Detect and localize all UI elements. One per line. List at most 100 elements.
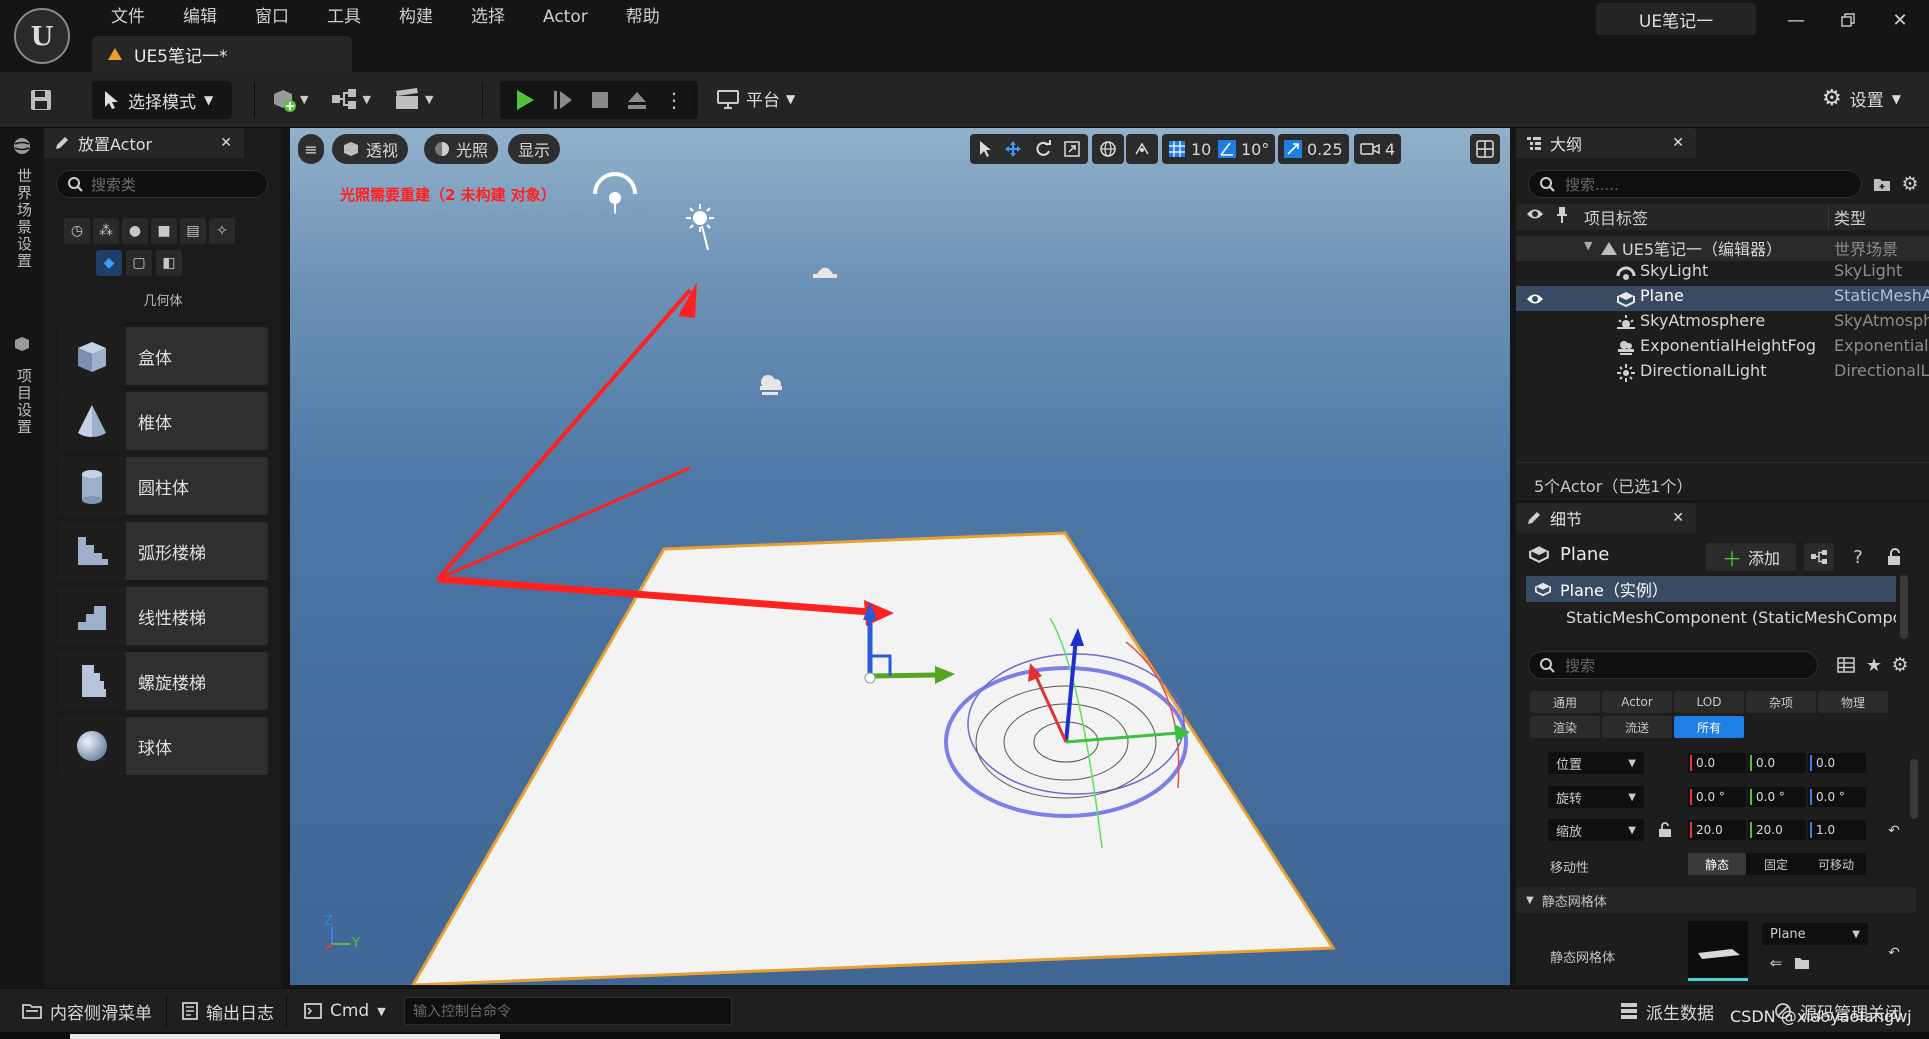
globe-icon[interactable]: [10, 134, 34, 158]
component-row-static-mesh[interactable]: StaticMeshComponent (StaticMeshComponent…: [1526, 604, 1896, 630]
outliner-tab[interactable]: 大纲 ✕: [1516, 128, 1696, 158]
add-component-button[interactable]: ＋ 添加: [1706, 543, 1796, 571]
mobility-movable[interactable]: 可移动: [1806, 853, 1866, 875]
filter-lod[interactable]: LOD: [1674, 691, 1744, 713]
menu-help[interactable]: 帮助: [607, 2, 679, 32]
volumes-icon[interactable]: ▢: [126, 250, 152, 276]
outliner-search-input[interactable]: 搜索.....: [1528, 170, 1862, 198]
all-classes-icon[interactable]: ◧: [156, 250, 182, 276]
perspective-button[interactable]: 透视: [332, 134, 409, 164]
filter-rendering[interactable]: 渲染: [1530, 716, 1600, 738]
show-button[interactable]: 显示: [508, 134, 561, 164]
details-tab[interactable]: 细节 ✕: [1516, 503, 1696, 533]
surface-snap-icon[interactable]: [1126, 134, 1158, 164]
world-space-icon[interactable]: [1092, 134, 1124, 164]
restore-icon[interactable]: [1828, 6, 1868, 34]
shape-item-spiral-stair[interactable]: 螺旋楼梯: [58, 652, 268, 710]
scale-snap-button[interactable]: 0.25: [1278, 134, 1349, 164]
menu-select[interactable]: 选择: [452, 2, 524, 32]
close-icon[interactable]: ✕: [220, 135, 232, 151]
close-icon[interactable]: ✕: [1672, 510, 1684, 526]
cinematic-icon[interactable]: ▤: [180, 218, 206, 244]
outliner-row-height-fog[interactable]: ExponentialHeightFog ExponentialHeightFo…: [1516, 336, 1929, 361]
outliner-row-skylight[interactable]: SkyLight SkyLight: [1516, 261, 1929, 286]
scale-icon[interactable]: [1064, 141, 1080, 157]
location-z-field[interactable]: 0.0: [1808, 753, 1866, 773]
step-icon[interactable]: [552, 88, 574, 112]
add-folder-icon[interactable]: [1870, 172, 1894, 196]
place-search-input[interactable]: 搜索类: [56, 170, 268, 198]
lights-icon[interactable]: ●: [122, 218, 148, 244]
minimize-icon[interactable]: —: [1776, 6, 1816, 34]
filter-misc[interactable]: 杂项: [1746, 691, 1816, 713]
filter-streaming[interactable]: 流送: [1602, 716, 1672, 738]
add-actor-button[interactable]: ▼: [270, 86, 308, 112]
mobility-static[interactable]: 静态: [1688, 853, 1746, 875]
blueprint-convert-icon[interactable]: [1804, 543, 1834, 571]
shape-item-box[interactable]: 盒体: [58, 327, 268, 385]
content-drawer-button[interactable]: 内容侧滑菜单: [10, 989, 164, 1033]
scene-canvas[interactable]: [290, 128, 1510, 985]
star-icon[interactable]: ★: [1862, 653, 1886, 677]
menu-window[interactable]: 窗口: [236, 2, 308, 32]
static-mesh-picker[interactable]: Plane ▼: [1762, 923, 1868, 945]
details-search-input[interactable]: 搜索: [1528, 651, 1818, 679]
viewport-layout-icon[interactable]: [1470, 134, 1500, 164]
outliner-row-sky-atmosphere[interactable]: SkyAtmosphere SkyAtmosphere: [1516, 311, 1929, 336]
level-tab[interactable]: UE5笔记一*: [92, 36, 352, 72]
reset-arrow-icon[interactable]: ↶: [1884, 821, 1904, 841]
component-scrollbar[interactable]: [1900, 575, 1908, 639]
close-icon[interactable]: ✕: [1672, 135, 1684, 151]
play-icon[interactable]: [514, 88, 536, 112]
rotation-dropdown[interactable]: 旋转 ▼: [1548, 786, 1644, 808]
eject-icon[interactable]: [626, 90, 648, 110]
menu-edit[interactable]: 编辑: [164, 2, 236, 32]
column-label[interactable]: 项目标签: [1584, 205, 1648, 229]
table-view-icon[interactable]: [1834, 653, 1858, 677]
select-arrow-icon[interactable]: [978, 140, 992, 158]
outliner-row-world[interactable]: ▼ UE5笔记一（编辑器） 世界场景: [1516, 236, 1929, 261]
browse-folder-icon[interactable]: [1792, 953, 1812, 973]
pin-icon[interactable]: [1556, 206, 1568, 224]
project-settings-tab[interactable]: 项目设置: [14, 368, 35, 436]
rotation-z-field[interactable]: 0.0 °: [1808, 787, 1866, 807]
settings-dropdown[interactable]: ⚙ 设置 ▼: [1822, 86, 1901, 111]
visual-effects-icon[interactable]: ✧: [209, 218, 235, 244]
filter-actor[interactable]: Actor: [1602, 691, 1672, 713]
cmd-dropdown[interactable]: Cmd ▼: [292, 989, 398, 1033]
grid-snap-button[interactable]: 10: [1162, 134, 1218, 164]
location-dropdown[interactable]: 位置 ▼: [1548, 752, 1644, 774]
reset-arrow-icon[interactable]: ↶: [1884, 943, 1904, 963]
filter-physics[interactable]: 物理: [1818, 691, 1888, 713]
menu-build[interactable]: 构建: [380, 2, 452, 32]
column-type[interactable]: 类型: [1834, 205, 1866, 229]
scale-y-field[interactable]: 20.0: [1748, 820, 1806, 840]
shape-item-cylinder[interactable]: 圆柱体: [58, 457, 268, 515]
platform-dropdown[interactable]: 平台 ▼: [716, 86, 795, 111]
blueprint-button[interactable]: ▼: [330, 87, 371, 111]
filter-all[interactable]: 所有: [1674, 716, 1744, 738]
place-actor-tab[interactable]: 放置Actor ✕: [44, 128, 244, 158]
eye-icon[interactable]: [1526, 207, 1544, 221]
outliner-row-plane[interactable]: Plane StaticMeshActor: [1516, 286, 1929, 311]
geometry-icon[interactable]: ◆: [96, 250, 122, 276]
unlock-icon[interactable]: [1654, 819, 1676, 841]
shapes-icon[interactable]: ■: [151, 218, 177, 244]
camera-speed-button[interactable]: 4: [1354, 134, 1402, 164]
more-options-icon[interactable]: ⋮: [664, 88, 684, 112]
shape-item-linear-stair[interactable]: 线性楼梯: [58, 587, 268, 645]
world-settings-tab[interactable]: 世界场景设置: [14, 168, 35, 270]
scale-x-field[interactable]: 20.0: [1688, 820, 1746, 840]
console-command-input[interactable]: 输入控制台命令: [404, 997, 732, 1025]
location-y-field[interactable]: 0.0: [1748, 753, 1806, 773]
lighting-button[interactable]: 光照: [424, 134, 499, 164]
output-log-button[interactable]: 输出日志: [170, 989, 286, 1033]
save-icon[interactable]: [24, 84, 58, 116]
rotate-icon[interactable]: [1034, 140, 1052, 158]
gear-icon[interactable]: ⚙: [1898, 172, 1922, 196]
hamburger-menu-icon[interactable]: ≡: [298, 134, 324, 164]
gear-icon[interactable]: ⚙: [1888, 653, 1912, 677]
details-scrollbar[interactable]: [1910, 759, 1918, 819]
recent-icon[interactable]: ◷: [64, 218, 90, 244]
component-row-instance[interactable]: Plane（实例）: [1526, 576, 1896, 602]
